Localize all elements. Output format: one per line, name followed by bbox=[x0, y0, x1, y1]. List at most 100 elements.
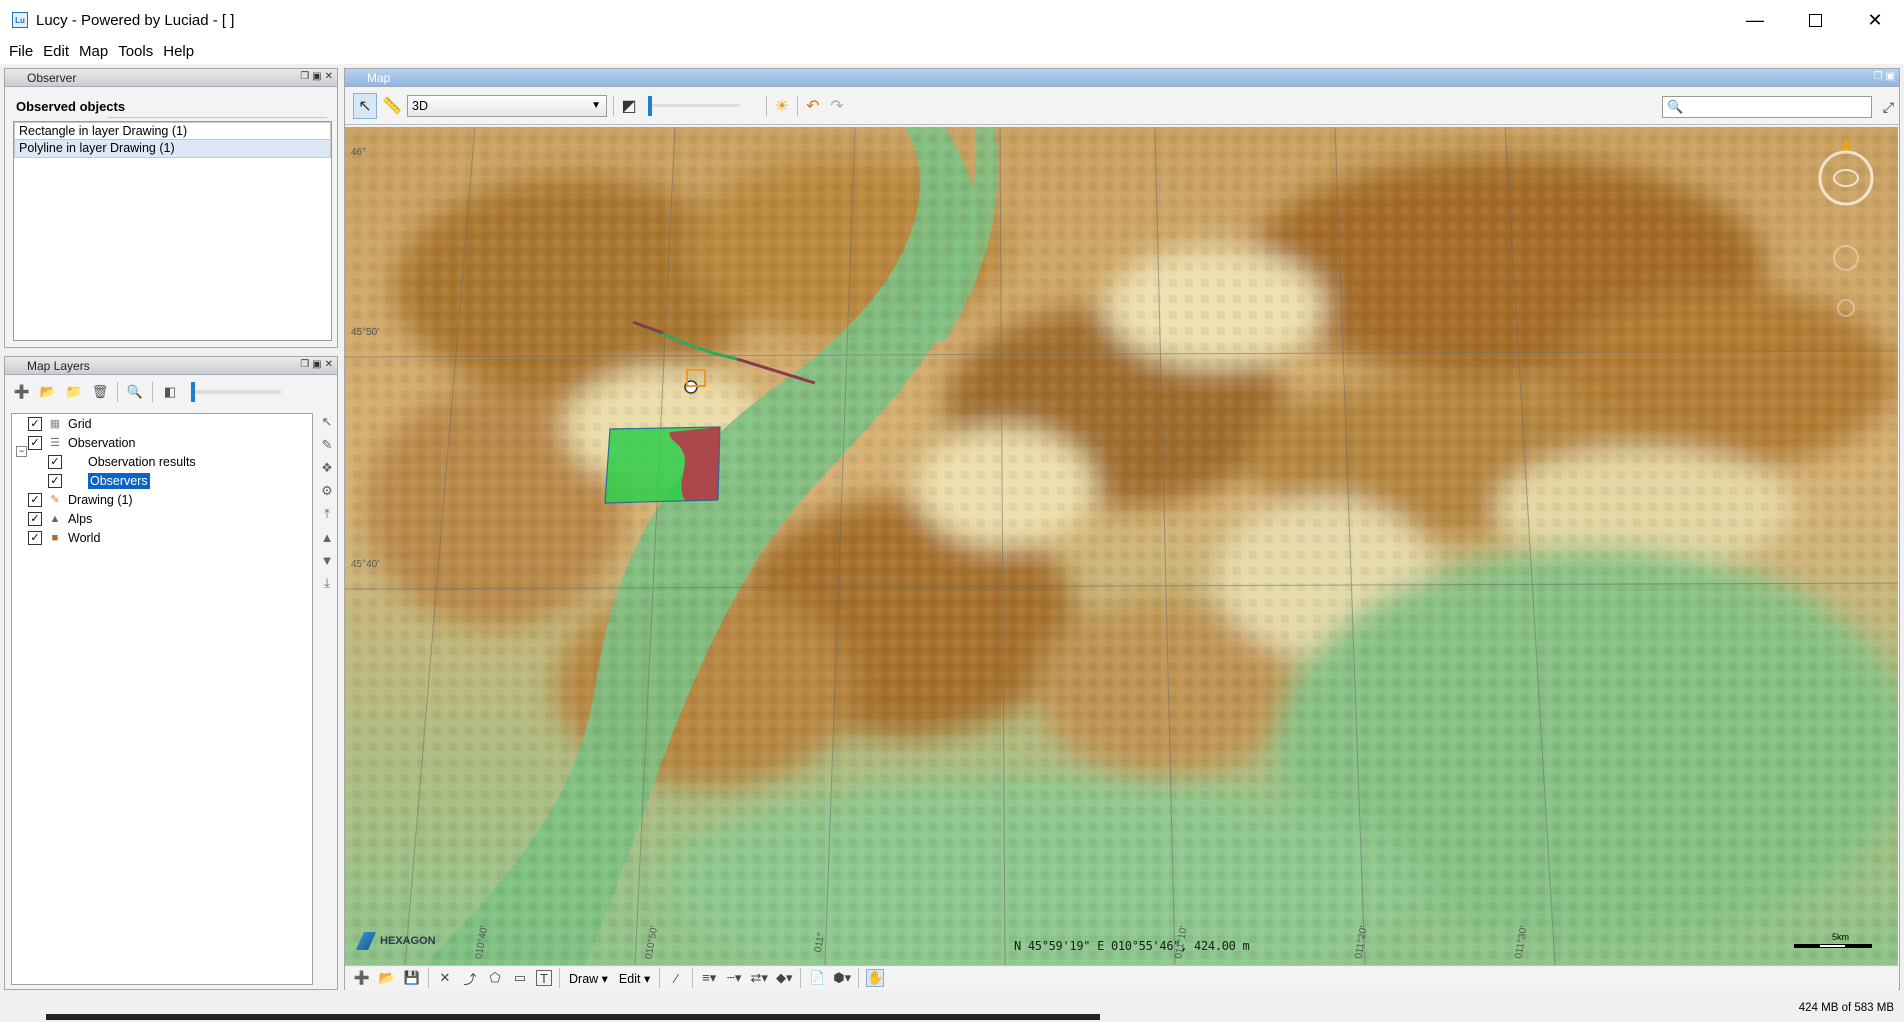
layer-row-observation-results[interactable]: ✓ Observation results bbox=[48, 452, 196, 472]
layer-label: Grid bbox=[68, 417, 92, 431]
checkbox[interactable]: ✓ bbox=[48, 474, 62, 488]
minimize-button[interactable]: — bbox=[1726, 0, 1784, 40]
text-icon[interactable]: T bbox=[536, 970, 552, 986]
save-icon[interactable]: 💾 bbox=[403, 969, 421, 987]
status-bar: 424 MB of 583 MB bbox=[0, 998, 1904, 1022]
layers-toolbar: ➕ 📂 📁 🗑 🔍 ◧ bbox=[5, 375, 337, 409]
checkbox[interactable]: ✓ bbox=[28, 417, 42, 431]
polygon-icon[interactable]: ⬠ bbox=[486, 969, 504, 987]
rectangle-icon[interactable]: ▭ bbox=[511, 969, 529, 987]
menu-help[interactable]: Help bbox=[158, 42, 199, 62]
open-layer-icon[interactable]: 📂 bbox=[39, 383, 57, 401]
open-icon[interactable]: 📂 bbox=[378, 969, 396, 987]
move-bottom-icon[interactable]: ⤓ bbox=[318, 574, 336, 592]
maximize-button[interactable] bbox=[1786, 0, 1844, 40]
observed-objects-title: Observed objects bbox=[16, 99, 126, 114]
layer-row-observation[interactable]: ✓ ☰ Observation bbox=[28, 433, 135, 453]
pin-icon[interactable]: ▣ bbox=[1886, 71, 1895, 82]
select-icon[interactable]: ↖ bbox=[318, 413, 336, 431]
layer-row-observers[interactable]: ✓ Observers bbox=[48, 471, 150, 491]
expand-icon[interactable]: ⤢ bbox=[1883, 99, 1894, 116]
checkbox[interactable]: ✓ bbox=[28, 436, 42, 450]
divider bbox=[692, 968, 694, 988]
layer-label: Observation bbox=[68, 436, 136, 450]
map-layers-panel-title: Map Layers bbox=[27, 358, 90, 373]
map-layers-panel-header: Map Layers ❐ ▣ ✕ bbox=[5, 357, 337, 375]
add-layer-icon[interactable]: ➕ bbox=[13, 383, 31, 401]
divider bbox=[559, 968, 560, 988]
float-icon[interactable]: ❐ bbox=[300, 359, 309, 370]
move-top-icon[interactable]: ⤒ bbox=[318, 505, 336, 523]
ruler-icon[interactable]: 📏 bbox=[382, 97, 402, 115]
navigation-compass[interactable] bbox=[1806, 138, 1886, 338]
maximize-icon bbox=[1808, 13, 1822, 27]
fill-style-icon[interactable]: ◆▾ bbox=[775, 969, 793, 987]
sun-icon[interactable]: ☀ bbox=[773, 97, 791, 115]
slider-handle[interactable] bbox=[191, 382, 195, 402]
edit-icon[interactable]: ✎ bbox=[318, 436, 336, 454]
hexagon-brand: HEXAGON bbox=[380, 935, 436, 947]
move-up-icon[interactable]: ▲ bbox=[318, 528, 336, 546]
label-icon[interactable]: ❖ bbox=[318, 459, 336, 477]
menu-map[interactable]: Map bbox=[74, 42, 113, 62]
edit-label: Edit bbox=[618, 971, 641, 986]
delete-layer-icon[interactable]: 🗑 bbox=[91, 383, 109, 401]
delete-icon[interactable]: ✕ bbox=[436, 969, 454, 987]
close-icon: ✕ bbox=[1867, 9, 1883, 30]
layer-row-alps[interactable]: ✓ ▲ Alps bbox=[28, 509, 92, 529]
polyline-icon[interactable]: ⤴ bbox=[461, 969, 479, 987]
close-panel-icon[interactable]: ✕ bbox=[325, 359, 333, 370]
new-layer-icon[interactable]: ➕ bbox=[353, 969, 371, 987]
menu-edit[interactable]: Edit bbox=[38, 42, 74, 62]
undo-icon[interactable]: ↶ bbox=[804, 97, 822, 115]
checkbox[interactable]: ✓ bbox=[48, 455, 62, 469]
layer-row-world[interactable]: ✓ ■ World bbox=[28, 528, 100, 548]
map-search-input[interactable]: 🔍 bbox=[1662, 96, 1872, 118]
snap-icon[interactable]: ⬢▾ bbox=[833, 969, 851, 987]
checkbox[interactable]: ✓ bbox=[28, 531, 42, 545]
list-item[interactable]: Rectangle in layer Drawing (1) bbox=[14, 122, 331, 140]
float-icon[interactable]: ❐ bbox=[1874, 71, 1883, 82]
arrow-style-icon[interactable]: ⇄▾ bbox=[750, 969, 768, 987]
layer-row-drawing[interactable]: ✓ ✎ Drawing (1) bbox=[28, 490, 133, 510]
redo-icon[interactable]: ↷ bbox=[828, 97, 846, 115]
line-style-icon[interactable]: ┄▾ bbox=[725, 969, 743, 987]
select-tool-icon[interactable]: ↖ bbox=[353, 92, 377, 119]
pin-icon[interactable]: ▣ bbox=[312, 71, 321, 82]
map-slider[interactable] bbox=[648, 96, 740, 116]
divider bbox=[613, 95, 614, 116]
title-bar: Lu Lucy - Powered by Luciad - [ ] — ✕ bbox=[0, 0, 1904, 40]
view-mode-select[interactable]: 3D ▼ bbox=[407, 94, 607, 117]
edit-menu-button[interactable]: Edit ▾ bbox=[617, 971, 652, 986]
grid-icon: ▦ bbox=[49, 418, 61, 430]
observer-panel-header: Observer ❐ ▣ ✕ bbox=[5, 69, 337, 87]
close-panel-icon[interactable]: ✕ bbox=[325, 71, 333, 82]
properties-icon[interactable]: ⚙ bbox=[318, 482, 336, 500]
layer-opacity-slider[interactable] bbox=[191, 382, 281, 402]
search-icon: 🔍 bbox=[1667, 99, 1684, 114]
line-width-icon[interactable]: ≡▾ bbox=[700, 969, 718, 987]
layer-row-grid[interactable]: ✓ ▦ Grid bbox=[28, 414, 92, 434]
float-icon[interactable]: ❐ bbox=[300, 71, 309, 82]
pin-icon[interactable]: ▣ bbox=[312, 359, 321, 370]
coordinate-readout: N 45°59'19" E 010°55'46", 424.00 m bbox=[1014, 939, 1250, 953]
menu-file[interactable]: File bbox=[4, 42, 38, 62]
checkbox[interactable]: ✓ bbox=[28, 493, 42, 507]
menu-tools[interactable]: Tools bbox=[113, 42, 158, 62]
slider-handle[interactable] bbox=[648, 96, 652, 116]
add-layer-group-icon[interactable]: 📁 bbox=[65, 383, 83, 401]
draw-label: Draw bbox=[569, 971, 599, 986]
zoom-to-layer-icon[interactable]: 🔍 bbox=[126, 383, 144, 401]
terrain-map[interactable] bbox=[345, 127, 1898, 965]
close-button[interactable]: ✕ bbox=[1846, 0, 1904, 40]
draw-menu-button[interactable]: Draw ▾ bbox=[567, 971, 610, 986]
hand-icon[interactable]: ✋ bbox=[866, 969, 885, 987]
observed-objects-list[interactable]: Rectangle in layer Drawing (1) Polyline … bbox=[13, 121, 332, 341]
map-canvas[interactable]: 46° 45°50' 45°40' 010°40' 010°50' 011° 0… bbox=[345, 127, 1898, 965]
move-down-icon[interactable]: ▼ bbox=[318, 551, 336, 569]
list-item[interactable]: Polyline in layer Drawing (1) bbox=[14, 140, 331, 158]
document-icon[interactable]: 📄 bbox=[808, 969, 826, 987]
collapse-icon[interactable]: − bbox=[16, 446, 27, 457]
line-color-icon[interactable]: ∕ bbox=[667, 969, 685, 987]
checkbox[interactable]: ✓ bbox=[28, 512, 42, 526]
